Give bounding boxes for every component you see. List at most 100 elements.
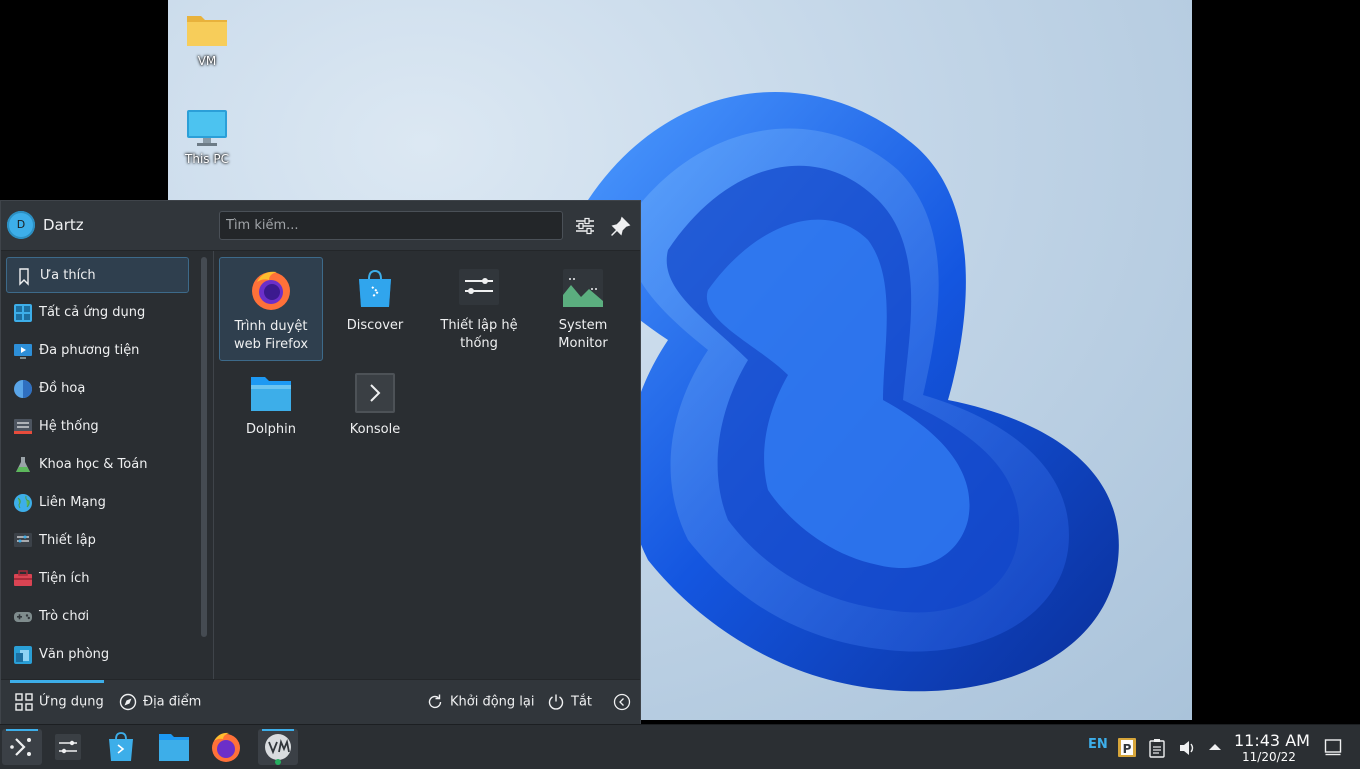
tab-places[interactable]: Địa điểm: [119, 693, 201, 711]
science-icon: [16, 457, 30, 472]
tray-expander[interactable]: [1207, 739, 1223, 759]
category-all-apps[interactable]: Tất cả ứng dụng: [6, 295, 189, 331]
app-label-line1: System: [558, 318, 608, 333]
category-graphics[interactable]: Đồ hoạ: [6, 371, 189, 407]
restart-label: Khởi động lại: [450, 694, 535, 710]
category-label: Liên Mạng: [39, 495, 106, 510]
launcher-header: D Dartz: [1, 201, 640, 251]
svg-text:P: P: [1123, 742, 1132, 756]
notes-tray[interactable]: [1148, 738, 1166, 762]
app-label-line1: Thiết lập hệ: [440, 318, 518, 333]
category-label: Hệ thống: [39, 419, 99, 434]
category-science[interactable]: Khoa học & Toán: [6, 447, 189, 483]
app-label-line2: web Firefox: [233, 337, 309, 352]
user-name: Dartz: [43, 216, 84, 234]
graphics-icon: [14, 380, 32, 398]
discover-icon: [109, 732, 133, 761]
category-utilities[interactable]: Tiện ích: [6, 561, 189, 597]
volume-control[interactable]: [1178, 738, 1196, 762]
clock-date[interactable]: 11/20/22: [1242, 750, 1296, 764]
launcher-divider: [213, 251, 214, 679]
app-system-monitor[interactable]: System Monitor: [531, 257, 635, 361]
category-label: Trò chơi: [39, 609, 90, 624]
system-settings-icon: [55, 734, 81, 760]
office-icon: [14, 646, 32, 664]
category-label: Văn phòng: [39, 647, 110, 662]
chevron-left-circle-icon: [613, 693, 631, 711]
category-label: Thiết lập: [39, 533, 96, 548]
pin-button[interactable]: [608, 213, 634, 239]
desktop-icon-label: This PC: [185, 152, 229, 166]
app-label-line1: Trình duyệt: [234, 319, 308, 334]
application-launcher: D Dartz Tìm kiếm... Ưa thích Tất cả ứng …: [0, 200, 641, 725]
restart-button[interactable]: Khởi động lại: [426, 693, 534, 711]
shutdown-button[interactable]: Tắt: [547, 693, 592, 711]
task-vm[interactable]: [258, 729, 298, 765]
category-favorites[interactable]: Ưa thích: [6, 257, 189, 293]
multimedia-icon: [14, 344, 32, 359]
desktop-icon-vm[interactable]: VM: [167, 10, 247, 68]
app-label-line1: Konsole: [349, 422, 401, 437]
task-system-settings[interactable]: [48, 729, 88, 765]
grid-icon: [15, 693, 33, 711]
app-discover[interactable]: Discover: [323, 257, 427, 361]
category-multimedia[interactable]: Đa phương tiện: [6, 333, 189, 369]
active-indicator: [6, 729, 38, 731]
app-system-settings[interactable]: Thiết lập hệ thống: [427, 257, 531, 361]
desktop-icon-this-pc[interactable]: This PC: [167, 108, 247, 166]
app-dolphin[interactable]: Dolphin: [219, 361, 323, 465]
tab-places-label: Địa điểm: [143, 694, 202, 710]
category-system[interactable]: Hệ thống: [6, 409, 189, 445]
app-firefox[interactable]: Trình duyệt web Firefox: [219, 257, 323, 361]
bookmark-icon: [19, 268, 29, 286]
category-label: Tiện ích: [39, 571, 90, 586]
configure-button[interactable]: [572, 213, 598, 239]
power-icon: [548, 694, 564, 710]
settings-icon: [14, 533, 32, 547]
clock-time[interactable]: 11:43 AM: [1234, 731, 1310, 750]
app-label-line1: Discover: [346, 318, 404, 333]
keyboard-layout-indicator[interactable]: EN: [1088, 737, 1108, 752]
app-konsole[interactable]: Konsole: [323, 361, 427, 465]
tab-applications-label: Ứng dụng: [39, 694, 104, 710]
task-dolphin[interactable]: [154, 729, 194, 765]
computer-icon: [185, 108, 229, 148]
system-settings-icon: [457, 267, 501, 311]
system-icon: [14, 419, 32, 434]
dolphin-icon: [159, 734, 189, 761]
active-tab-indicator: [10, 680, 104, 683]
clipboard-icon: [1149, 739, 1165, 758]
internet-icon: [14, 494, 32, 512]
konsole-icon: [353, 371, 397, 415]
task-firefox[interactable]: [206, 729, 246, 765]
category-internet[interactable]: Liên Mạng: [6, 485, 189, 521]
category-settings[interactable]: Thiết lập: [6, 523, 189, 559]
category-scrollbar[interactable]: [201, 257, 207, 637]
games-icon: [14, 612, 32, 622]
restart-icon: [428, 694, 442, 709]
compass-icon: [119, 693, 137, 711]
folder-icon: [185, 10, 229, 50]
task-application-launcher[interactable]: [2, 729, 42, 765]
tab-applications[interactable]: Ứng dụng: [15, 693, 104, 711]
search-input[interactable]: [219, 211, 563, 240]
pin-icon: [611, 216, 631, 236]
more-options-button[interactable]: [613, 693, 631, 715]
category-office[interactable]: Văn phòng: [6, 637, 189, 673]
launcher-footer: Ứng dụng Địa điểm Khởi động lại Tắt: [1, 679, 640, 725]
shutdown-label: Tắt: [571, 694, 593, 710]
utilities-icon: [14, 570, 32, 586]
user-avatar[interactable]: D: [7, 211, 35, 239]
speaker-icon: [1180, 741, 1194, 755]
task-discover[interactable]: [101, 729, 141, 765]
category-games[interactable]: Trò chơi: [6, 599, 189, 635]
system-monitor-icon: [561, 267, 605, 311]
show-desktop-button[interactable]: [1324, 738, 1342, 760]
category-label: Đồ hoạ: [39, 381, 86, 396]
all-apps-icon: [14, 304, 32, 322]
clipboard-manager[interactable]: P: [1117, 736, 1137, 762]
parking-icon: P: [1118, 738, 1136, 757]
chevron-up-icon: [1209, 744, 1221, 750]
app-label-line1: Dolphin: [246, 422, 296, 437]
application-launcher-icon: [10, 738, 31, 756]
